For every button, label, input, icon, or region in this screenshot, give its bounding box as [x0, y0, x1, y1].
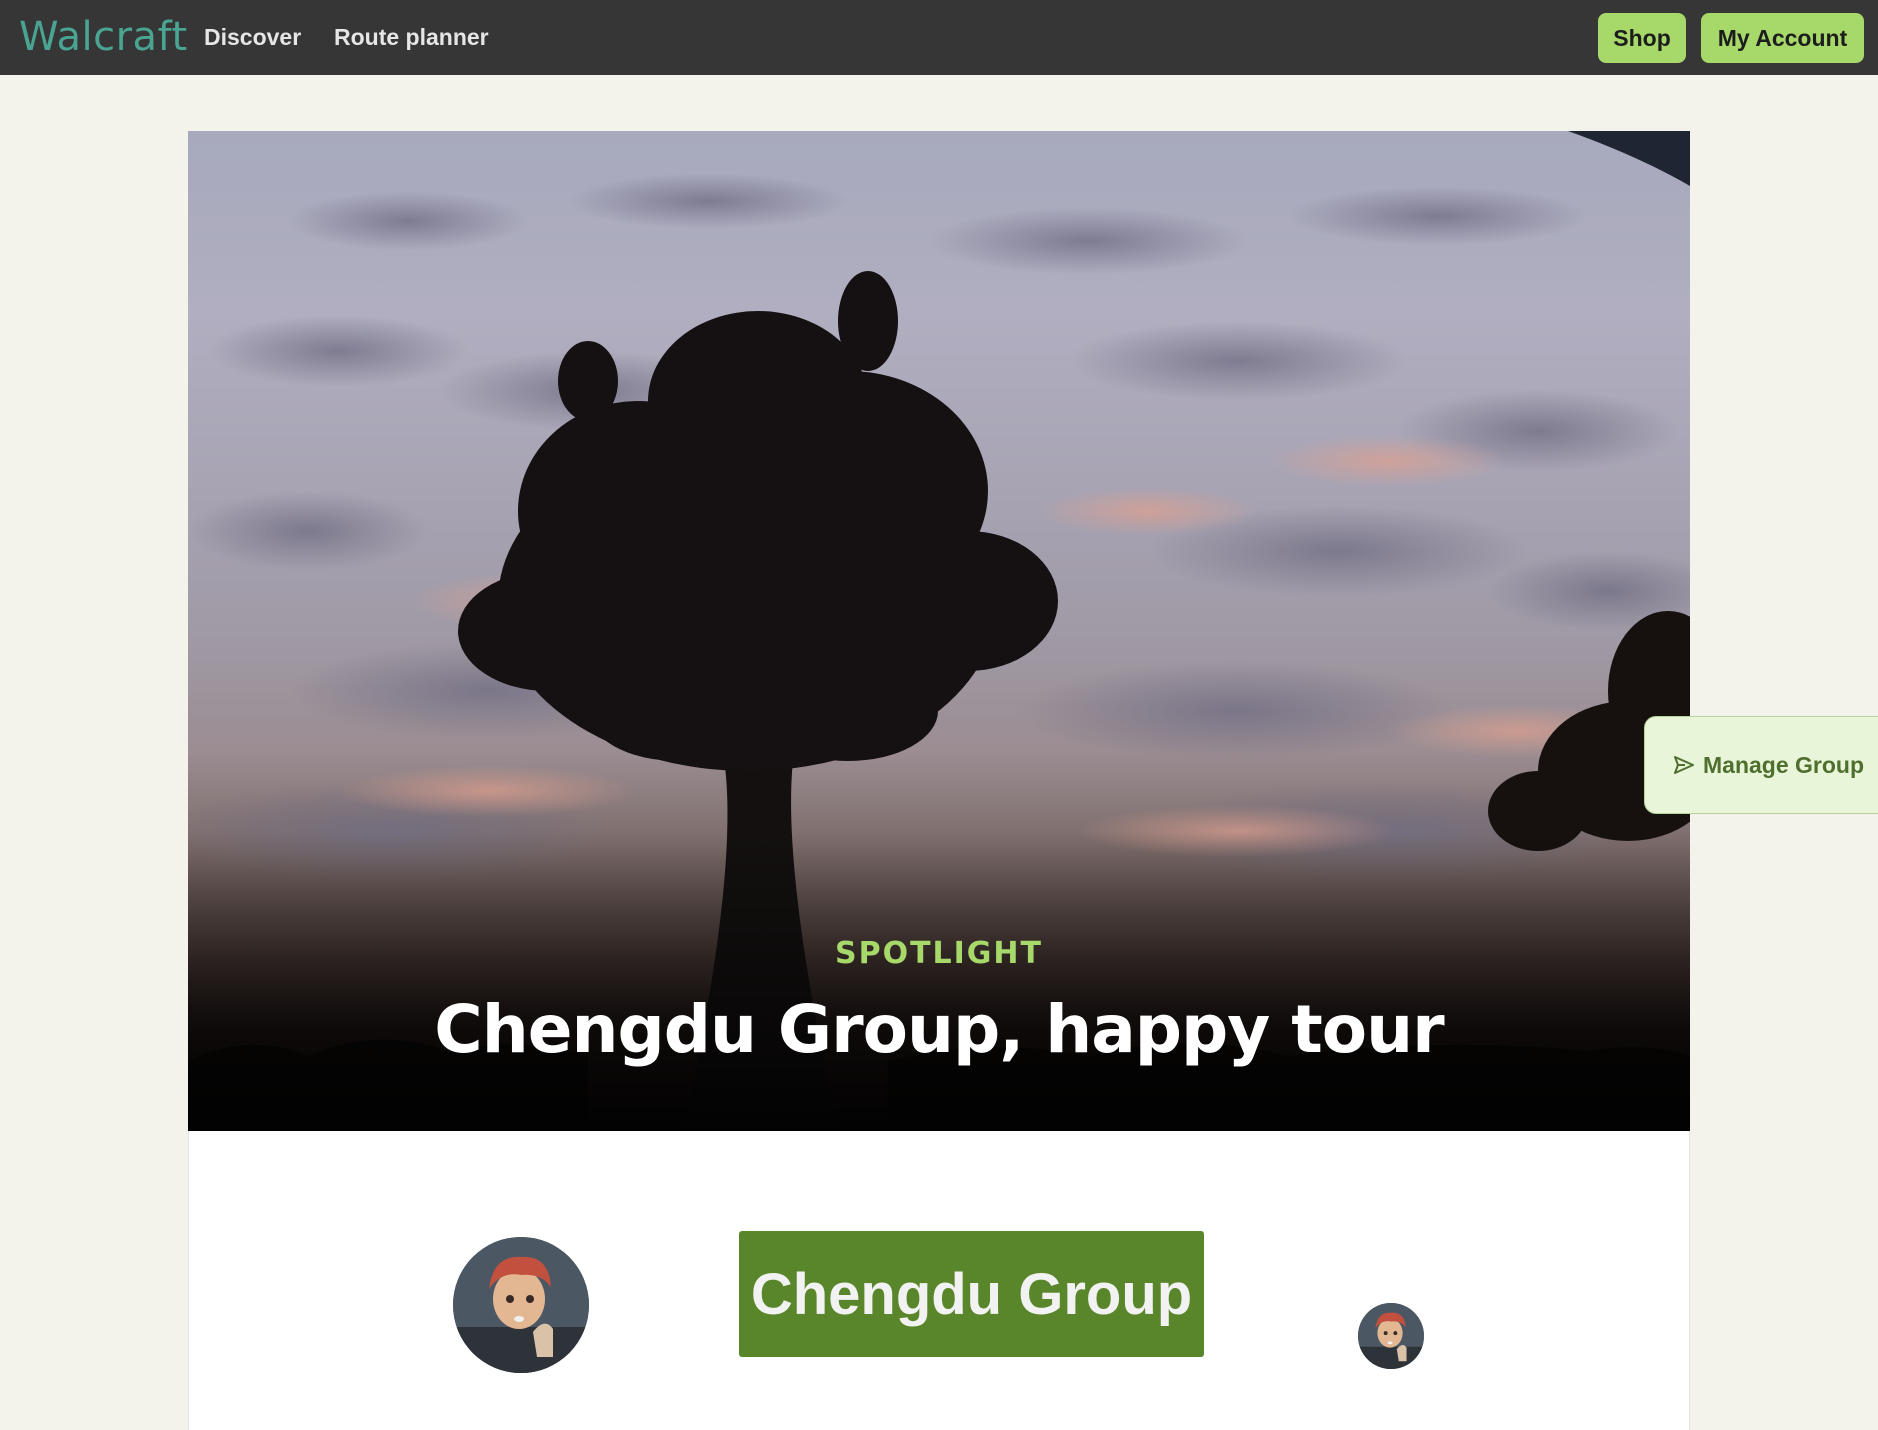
hero-photo [188, 131, 1690, 1131]
manage-group-label: Manage Group [1703, 751, 1865, 778]
logo-text: Walcraft [19, 14, 188, 60]
walcraft-logo[interactable]: Walcraft [19, 10, 188, 64]
member-avatar-illustration [1358, 1303, 1424, 1369]
my-account-button[interactable]: My Account [1701, 13, 1864, 63]
send-icon [1673, 754, 1695, 776]
hero-title: Chengdu Group, happy tour [434, 991, 1444, 1068]
member-avatar[interactable] [1358, 1303, 1424, 1369]
hero-banner: SPOTLIGHT Chengdu Group, happy tour [188, 131, 1690, 1131]
avatar-illustration [453, 1237, 589, 1373]
group-name-badge: Chengdu Group [739, 1231, 1204, 1357]
hero-spotlight-label: SPOTLIGHT [834, 936, 1044, 971]
nav-link-route-planner[interactable]: Route planner [334, 0, 489, 75]
manage-group-button[interactable]: Manage Group [1644, 716, 1878, 814]
shop-button[interactable]: Shop [1598, 13, 1686, 63]
avatar[interactable] [453, 1237, 589, 1373]
nav-link-discover[interactable]: Discover [204, 0, 301, 75]
top-navigation-bar: Walcraft Discover Route planner Shop My … [0, 0, 1878, 75]
